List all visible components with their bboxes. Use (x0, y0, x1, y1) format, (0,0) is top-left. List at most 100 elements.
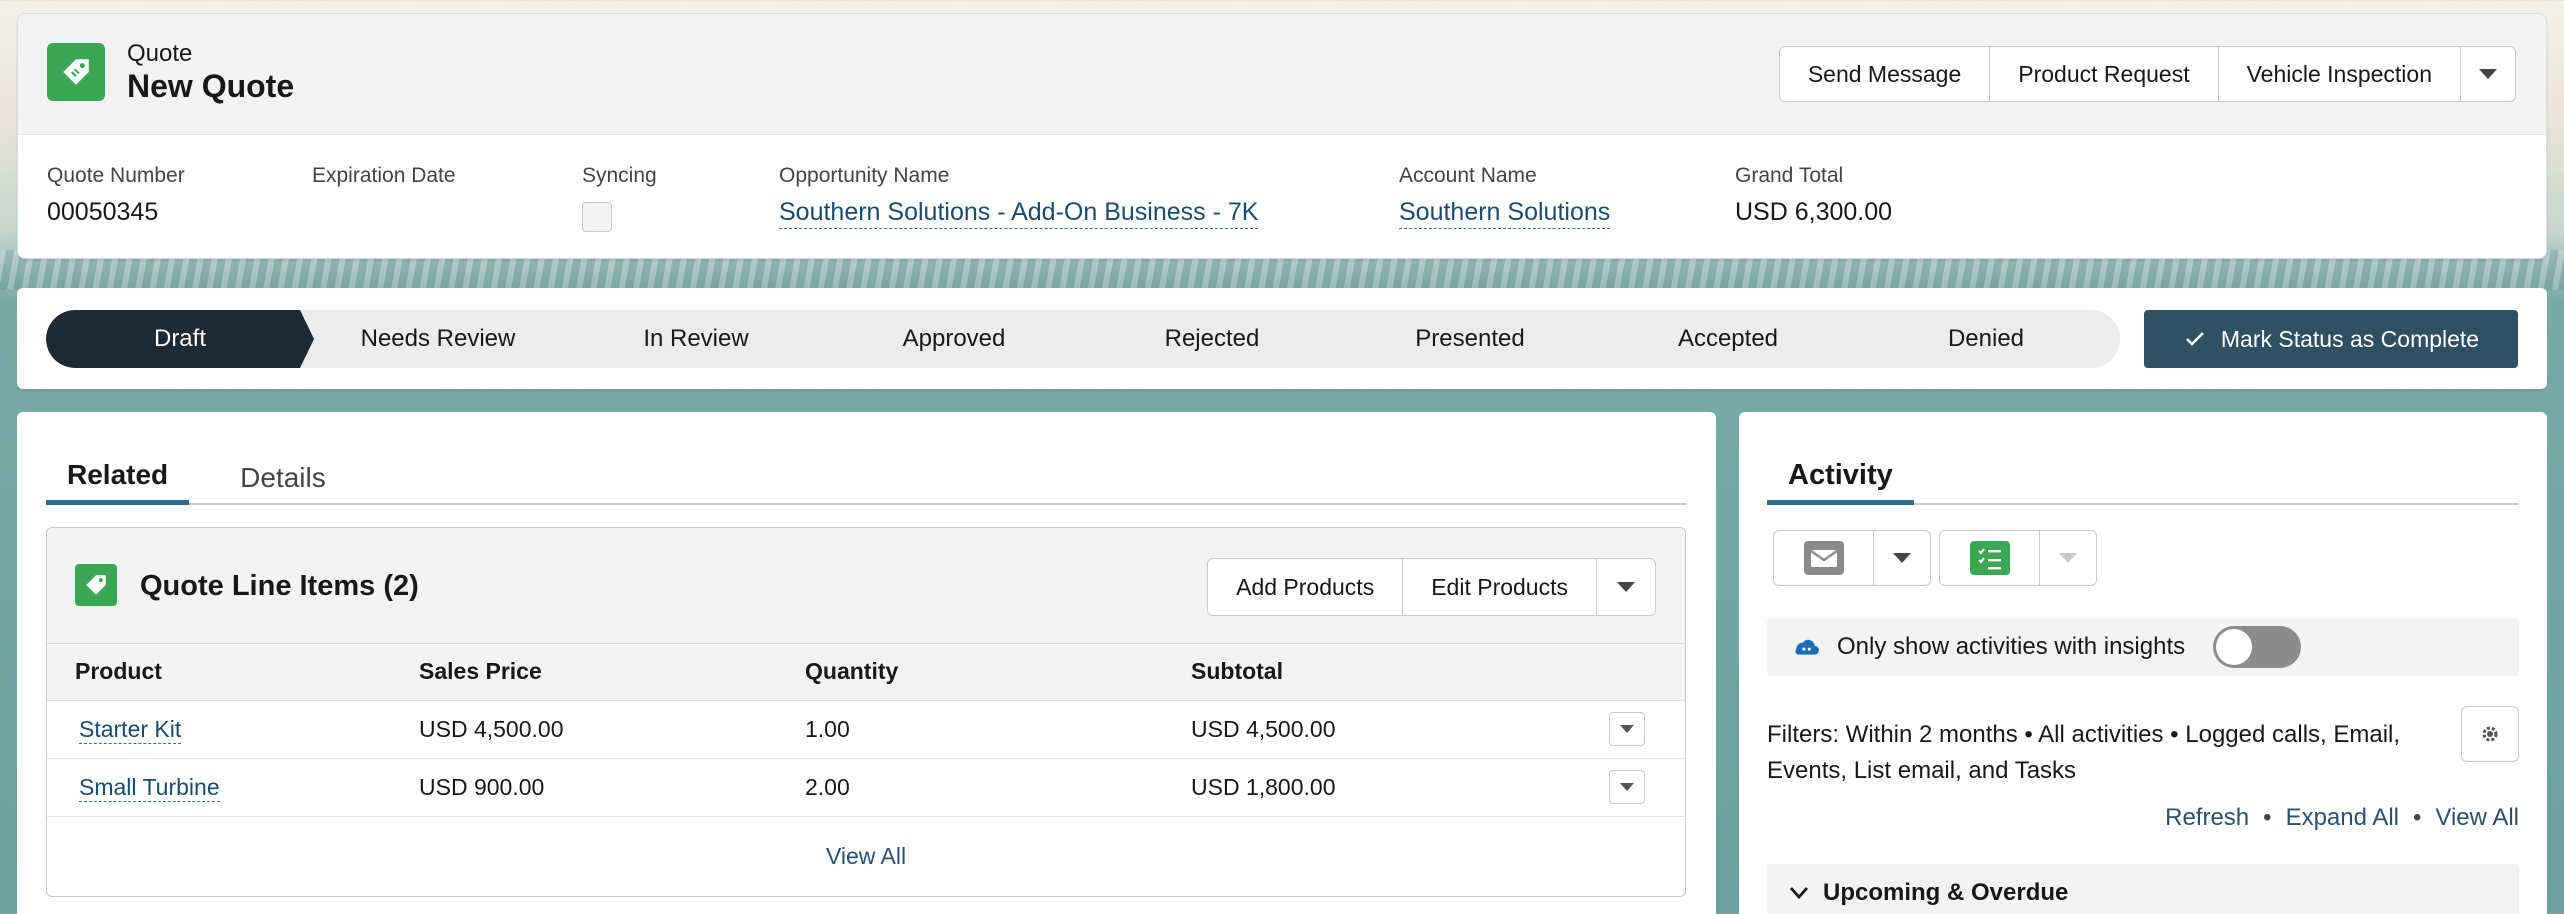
field-label: Grand Total (1735, 164, 1844, 187)
cell-row-actions (1577, 758, 1685, 817)
tab-activity[interactable]: Activity (1767, 450, 1914, 505)
stage-draft[interactable]: Draft (46, 310, 314, 368)
more-actions-button[interactable] (2461, 47, 2515, 101)
email-dropdown-button[interactable] (1874, 531, 1930, 585)
stage-approved[interactable]: Approved (820, 310, 1088, 368)
expand-all-link[interactable]: Expand All (2286, 804, 2399, 832)
column-header-sales-price: Sales Price (419, 644, 805, 701)
email-button[interactable] (1774, 531, 1874, 585)
column-header-quantity: Quantity (805, 644, 1191, 701)
mark-status-label: Mark Status as Complete (2220, 325, 2480, 352)
table-row: Small Turbine USD 900.00 2.00 USD 1,800.… (47, 758, 1685, 817)
chevron-down-icon (2479, 69, 2497, 79)
einstein-icon (1795, 639, 1819, 655)
page-title: New Quote (127, 68, 295, 104)
cell-row-actions (1577, 700, 1685, 759)
field-label: Account Name (1399, 164, 1537, 187)
filter-settings-button[interactable] (2461, 706, 2519, 762)
highlight-fields: Quote Number 00050345 Expiration Date Sy… (18, 164, 2546, 244)
new-task-button[interactable] (1940, 531, 2040, 585)
header-highlights: Quote New Quote Send Message Product Req… (18, 14, 2546, 135)
product-link[interactable]: Small Turbine (79, 773, 220, 802)
add-products-button[interactable]: Add Products (1208, 559, 1404, 615)
insights-label: Only show activities with insights (1837, 633, 2186, 660)
field-value: 00050345 (47, 198, 159, 226)
stage-accepted[interactable]: Accepted (1594, 310, 1862, 368)
section-title: Upcoming & Overdue (1823, 879, 2069, 906)
cell-sales-price: USD 4,500.00 (419, 700, 805, 759)
insights-toggle[interactable] (2213, 626, 2301, 668)
related-list-title[interactable]: Quote Line Items (2) (140, 570, 419, 603)
chevron-down-icon (1893, 553, 1911, 563)
line-items-table: Product Sales Price Quantity Subtotal St… (47, 644, 1685, 817)
cell-subtotal: USD 4,500.00 (1191, 700, 1577, 759)
column-header-product: Product (47, 644, 419, 701)
view-all-link[interactable]: View All (47, 817, 1685, 870)
check-icon (2185, 332, 2204, 346)
field-syncing: Syncing (582, 164, 657, 232)
cell-sales-price: USD 900.00 (419, 758, 805, 817)
list-more-actions-button[interactable] (1597, 559, 1655, 615)
stage-needs-review[interactable]: Needs Review (304, 310, 572, 368)
field-grand-total: Grand Total USD 6,300.00 (1735, 164, 1892, 227)
quote-icon (47, 43, 105, 101)
email-tool-group (1773, 530, 1931, 586)
table-row: Starter Kit USD 4,500.00 1.00 USD 4,500.… (47, 700, 1685, 759)
field-value: USD 6,300.00 (1735, 198, 1893, 226)
product-link[interactable]: Starter Kit (79, 715, 182, 744)
row-actions-button[interactable] (1609, 770, 1645, 804)
mark-status-complete-button[interactable]: Mark Status as Complete (2144, 310, 2518, 368)
activity-panel: Activity Only show activities with insig… (1739, 412, 2547, 914)
task-dropdown-button[interactable] (2040, 531, 2096, 585)
send-message-button[interactable]: Send Message (1780, 47, 1991, 101)
related-list-actions: Add Products Edit Products (1207, 558, 1656, 616)
vehicle-inspection-button[interactable]: Vehicle Inspection (2219, 47, 2461, 101)
object-type-label: Quote (127, 40, 193, 67)
syncing-checkbox (582, 202, 612, 232)
field-label: Quote Number (47, 164, 185, 187)
record-tabs: Related Details (46, 450, 1687, 505)
stage-rejected[interactable]: Rejected (1078, 310, 1346, 368)
cell-product: Starter Kit (47, 700, 419, 759)
account-link[interactable]: Southern Solutions (1399, 198, 1611, 229)
refresh-link[interactable]: Refresh (2165, 804, 2249, 832)
header-actions: Send Message Product Request Vehicle Ins… (1778, 46, 2516, 102)
field-expiration-date: Expiration Date (312, 164, 456, 198)
field-label: Syncing (582, 164, 657, 187)
table-header-row: Product Sales Price Quantity Subtotal (47, 644, 1685, 701)
cell-quantity: 2.00 (805, 758, 1191, 817)
separator-dot: • (2412, 804, 2422, 831)
activity-filters-text: Filters: Within 2 months • All activitie… (1767, 721, 2401, 784)
column-header-subtotal: Subtotal (1191, 644, 1577, 701)
field-quote-number: Quote Number 00050345 (47, 164, 185, 227)
record-header: Quote New Quote Send Message Product Req… (17, 13, 2547, 259)
field-opportunity: Opportunity Name Southern Solutions - Ad… (779, 164, 1259, 229)
activity-composer-tools (1773, 530, 2097, 586)
tab-related[interactable]: Related (46, 450, 190, 505)
field-account: Account Name Southern Solutions (1399, 164, 1611, 229)
activity-tabs: Activity (1767, 450, 2519, 505)
task-tool-group (1939, 530, 2097, 586)
upcoming-overdue-section[interactable]: Upcoming & Overdue (1767, 864, 2519, 914)
chevron-down-icon (1789, 887, 1809, 900)
chevron-down-icon (1620, 783, 1634, 791)
cell-product: Small Turbine (47, 758, 419, 817)
separator-dot: • (2263, 804, 2272, 831)
stage-denied[interactable]: Denied (1852, 310, 2120, 368)
stage-in-review[interactable]: In Review (562, 310, 830, 368)
opportunity-link[interactable]: Southern Solutions - Add-On Business - 7… (779, 198, 1259, 229)
related-list-header: Quote Line Items (2) Add Products Edit P… (47, 528, 1685, 644)
view-all-activity-link[interactable]: View All (2435, 804, 2519, 832)
activity-links: Refresh • Expand All • View All (2165, 804, 2519, 832)
chevron-down-icon (1620, 725, 1634, 733)
cell-quantity: 1.00 (805, 700, 1191, 759)
path-stages: Draft Needs Review In Review Approved Re… (46, 310, 2120, 368)
product-request-button[interactable]: Product Request (1990, 47, 2219, 101)
stage-presented[interactable]: Presented (1336, 310, 1604, 368)
email-icon (1803, 541, 1844, 575)
tab-details[interactable]: Details (219, 450, 347, 505)
insights-filter-bar: Only show activities with insights (1767, 618, 2519, 676)
edit-products-button[interactable]: Edit Products (1403, 559, 1597, 615)
status-path: Draft Needs Review In Review Approved Re… (17, 288, 2547, 389)
row-actions-button[interactable] (1609, 712, 1645, 746)
